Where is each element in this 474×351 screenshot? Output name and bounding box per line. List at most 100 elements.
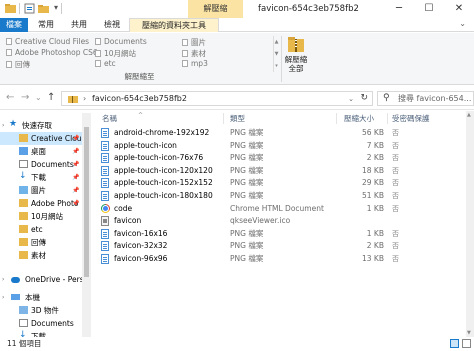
file-compressed-size: 1 KB	[366, 203, 384, 213]
breadcrumb-path[interactable]: favicon-654c3eb758fb2	[92, 93, 187, 105]
address-dropdown-icon[interactable]: ⌄	[348, 93, 354, 105]
nav-item-october-site[interactable]: 10月網站	[0, 210, 82, 223]
extract-destination[interactable]: Documents	[95, 37, 147, 46]
forward-button[interactable]: →	[21, 92, 29, 103]
nav-this-pc[interactable]: › 本機	[0, 291, 82, 304]
column-header-type[interactable]: 類型	[230, 113, 245, 124]
extract-destination[interactable]: mp3	[182, 59, 208, 68]
file-row[interactable]: apple-touch-icon-152x152 PNG 檔案 29 KB 否	[93, 177, 463, 189]
title-bar: ▾ 解壓縮 favicon-654c3eb758fb2 ─ ☐ ✕	[0, 0, 474, 18]
column-header-compressed-size[interactable]: 壓縮大小	[344, 113, 374, 124]
up-button[interactable]: ↑	[47, 92, 55, 103]
column-divider[interactable]	[387, 113, 388, 124]
search-box[interactable]: ⚲ 搜尋 favicon-654...	[377, 91, 474, 106]
large-icons-view-icon[interactable]	[462, 339, 471, 348]
folder-icon	[6, 38, 12, 45]
back-button[interactable]: ←	[6, 92, 14, 103]
extract-destination[interactable]: Adobe Photoshop CS6	[6, 48, 98, 57]
file-name: apple-touch-icon	[114, 140, 177, 150]
star-icon: ★	[9, 119, 18, 129]
nav-pane-scrollbar[interactable]	[82, 113, 91, 337]
extract-destination[interactable]: 回傳	[6, 59, 30, 70]
nav-item-pictures[interactable]: 圖片 📌	[0, 184, 82, 197]
expand-chevron-icon[interactable]: ›	[2, 119, 4, 132]
close-button[interactable]: ✕	[444, 0, 474, 18]
scrollbar-thumb[interactable]	[84, 127, 89, 277]
nav-item-pc-documents[interactable]: Documents	[0, 317, 82, 330]
scroll-down-icon[interactable]: ▼	[467, 330, 471, 336]
file-row[interactable]: android-chrome-192x192 PNG 檔案 56 KB 否	[93, 127, 463, 139]
refresh-icon[interactable]: ↻	[360, 92, 368, 105]
extract-destination[interactable]: etc	[95, 59, 116, 68]
expand-chevron-icon[interactable]: ›	[2, 273, 4, 286]
nav-label: 本機	[25, 293, 40, 302]
tab-compressed-folder-tools[interactable]: 壓縮的資料夾工具	[129, 18, 219, 32]
expand-chevron-icon[interactable]: ›	[2, 291, 4, 304]
nav-onedrive[interactable]: › OneDrive - Perso	[0, 273, 88, 286]
new-folder-icon[interactable]	[38, 3, 49, 14]
image-file-icon	[101, 228, 109, 239]
gallery-scroll[interactable]: ▲ ▼ ▾	[273, 36, 279, 72]
nav-item-desktop[interactable]: 桌面 📌	[0, 145, 82, 158]
file-row[interactable]: apple-touch-icon-180x180 PNG 檔案 51 KB 否	[93, 190, 463, 202]
file-row[interactable]: apple-touch-icon-120x120 PNG 檔案 18 KB 否	[93, 165, 463, 177]
file-row[interactable]: code Chrome HTML Document 1 KB 否	[93, 203, 463, 215]
extract-destination[interactable]: 10月網站	[95, 48, 136, 59]
details-view-icon[interactable]	[450, 339, 459, 348]
nav-item-downloads[interactable]: ↓ 下載 📌	[0, 171, 82, 184]
nav-item-documents[interactable]: Documents 📌	[0, 158, 82, 171]
minimize-button[interactable]: ─	[384, 0, 414, 18]
download-icon: ↓	[19, 330, 27, 337]
nav-item-pc-downloads[interactable]: ↓ 下載	[0, 330, 82, 337]
file-list-scrollbar[interactable]: ▲ ▼	[466, 111, 474, 337]
extract-destination[interactable]: 素材	[182, 48, 206, 59]
nav-item-etc[interactable]: etc	[0, 223, 82, 236]
tab-view[interactable]: 檢視	[97, 18, 127, 32]
nav-item-creative-cloud[interactable]: Creative Cloud 📌	[0, 132, 86, 145]
extract-all-button[interactable]: 解壓縮 全部	[284, 35, 308, 73]
folder-icon	[182, 39, 188, 46]
scroll-up-icon[interactable]: ▲	[467, 112, 471, 118]
extract-destination[interactable]: Creative Cloud Files	[6, 37, 89, 46]
folder-icon	[95, 50, 101, 57]
tab-share[interactable]: 共用	[64, 18, 94, 32]
maximize-button[interactable]: ☐	[414, 0, 444, 18]
folder-icon	[5, 4, 16, 13]
folder-icon	[95, 38, 101, 45]
gallery-down-icon[interactable]: ▼	[274, 48, 279, 60]
cube-icon	[19, 306, 28, 314]
context-tab-header: 解壓縮	[188, 0, 243, 18]
item-count: 11 個項目	[7, 339, 42, 348]
qat-dropdown-icon[interactable]: ▾	[54, 3, 58, 12]
properties-icon[interactable]	[24, 3, 35, 14]
address-bar[interactable]: › favicon-654c3eb758fb2 ⌄ ↻	[61, 91, 373, 106]
pin-icon: 📌	[72, 135, 80, 142]
nav-label: 下載	[31, 173, 46, 182]
file-row[interactable]: favicon qkseeViewer.ico	[93, 215, 463, 227]
column-header-password-protected[interactable]: 受密碼保護	[392, 113, 430, 124]
extract-destination[interactable]: 圖片	[182, 37, 206, 48]
nav-item-3d-objects[interactable]: 3D 物件	[0, 304, 82, 317]
recent-locations-button[interactable]: ⌄	[35, 93, 42, 102]
column-header-name[interactable]: ^ 名稱	[102, 112, 143, 124]
zip-folder-icon	[68, 96, 78, 103]
gallery-up-icon[interactable]: ▲	[274, 36, 279, 48]
nav-item-adobe-photoshop[interactable]: Adobe Photo 📌	[0, 197, 82, 210]
column-divider[interactable]	[336, 113, 337, 124]
file-name: android-chrome-192x192	[114, 128, 210, 137]
file-row[interactable]: apple-touch-icon PNG 檔案 7 KB 否	[93, 140, 463, 152]
file-name: favicon-16x16	[114, 228, 168, 238]
nav-label: 10月網站	[31, 212, 64, 221]
nav-item-return[interactable]: 回傳	[0, 236, 82, 249]
tab-file[interactable]: 檔案	[0, 18, 28, 32]
column-divider[interactable]	[223, 113, 224, 124]
file-row[interactable]: favicon-96x96 PNG 檔案 13 KB 否	[93, 253, 463, 265]
file-row[interactable]: favicon-32x32 PNG 檔案 2 KB 否	[93, 240, 463, 252]
file-row[interactable]: apple-touch-icon-76x76 PNG 檔案 2 KB 否	[93, 152, 463, 164]
ribbon-expand-icon[interactable]: ⌄	[459, 19, 466, 28]
nav-quick-access[interactable]: › ★ 快速存取	[0, 119, 82, 132]
image-file-icon	[101, 165, 109, 176]
nav-item-materials[interactable]: 素材	[0, 249, 82, 262]
tab-home[interactable]: 常用	[31, 18, 61, 32]
file-row[interactable]: favicon-16x16 PNG 檔案 1 KB 否	[93, 228, 463, 240]
